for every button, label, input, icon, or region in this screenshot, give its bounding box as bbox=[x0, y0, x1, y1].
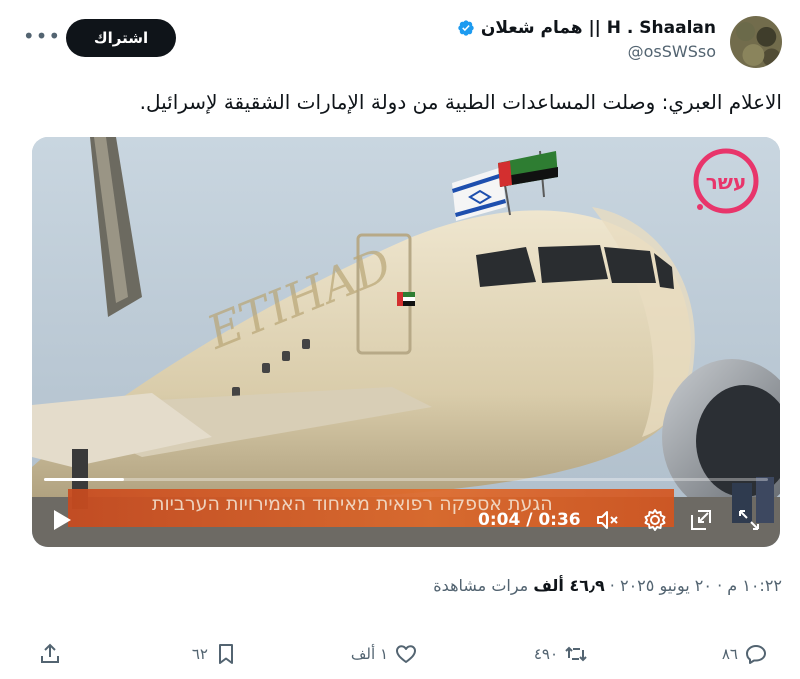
repost-button[interactable]: ٤٩٠ bbox=[534, 638, 588, 670]
bookmark-count: ٦٢ bbox=[191, 645, 208, 663]
heart-icon bbox=[396, 645, 416, 663]
bookmark-button[interactable]: ٦٢ bbox=[192, 638, 238, 670]
settings-icon[interactable] bbox=[642, 507, 668, 533]
tweet-actions: ٨٦ ٤٩٠ ١ ألف ٦٢ bbox=[0, 638, 800, 670]
repost-count: ٤٩٠ bbox=[533, 645, 558, 663]
video-time: 0:04 / 0:36 bbox=[478, 510, 581, 530]
share-button[interactable] bbox=[38, 638, 62, 670]
author-block[interactable]: H . Shaalan || همام شعلان @osSWSso bbox=[457, 18, 716, 61]
video-controls: 0:04 / 0:36 bbox=[32, 501, 780, 537]
author-handle[interactable]: @osSWSso bbox=[457, 42, 716, 61]
avatar[interactable] bbox=[730, 16, 782, 68]
tweet-timestamp[interactable]: ١٠:٢٢ م · ٢٠ يونيو ٢٠٢٥ · bbox=[605, 576, 782, 595]
more-horizontal-icon[interactable]: ••• bbox=[23, 24, 60, 48]
tweet-header: H . Shaalan || همام شعلان @osSWSso اشترا… bbox=[0, 12, 800, 72]
tweet-text: الاعلام العبري: وصلت المساعدات الطبية من… bbox=[139, 90, 782, 114]
views-label: مرات مشاهدة bbox=[433, 576, 534, 595]
video-frame: ETIHAD bbox=[32, 137, 780, 547]
fullscreen-icon[interactable] bbox=[736, 507, 762, 533]
reply-button[interactable]: ٨٦ bbox=[722, 638, 768, 670]
bookmark-icon bbox=[219, 644, 233, 664]
reply-count: ٨٦ bbox=[721, 645, 738, 663]
like-button[interactable]: ١ ألف bbox=[351, 638, 418, 670]
play-icon[interactable] bbox=[52, 509, 72, 531]
mute-icon[interactable] bbox=[594, 507, 620, 533]
share-icon bbox=[41, 643, 59, 663]
verified-badge-icon bbox=[458, 20, 474, 36]
tweet-meta: ١٠:٢٢ م · ٢٠ يونيو ٢٠٢٥ · ٤٦٫٩ ألف مرات … bbox=[433, 576, 782, 595]
reply-icon bbox=[746, 645, 766, 664]
subscribe-button[interactable]: اشتراك bbox=[66, 19, 176, 57]
repost-icon bbox=[565, 646, 587, 662]
channel-logo-text: עשר bbox=[706, 170, 747, 194]
channel-logo-icon: עשר bbox=[693, 148, 759, 214]
views-count: ٤٦٫٩ ألف bbox=[533, 576, 605, 595]
video-player[interactable]: ETIHAD עשר הגעת אספקה רפואית מאיחוד האמי… bbox=[32, 137, 780, 547]
display-name[interactable]: H . Shaalan || همام شعلان bbox=[481, 18, 716, 38]
video-progress-fill bbox=[44, 478, 124, 481]
like-count: ١ ألف bbox=[350, 645, 388, 663]
video-scrubber[interactable] bbox=[44, 478, 768, 481]
picture-in-picture-icon[interactable] bbox=[688, 507, 714, 533]
